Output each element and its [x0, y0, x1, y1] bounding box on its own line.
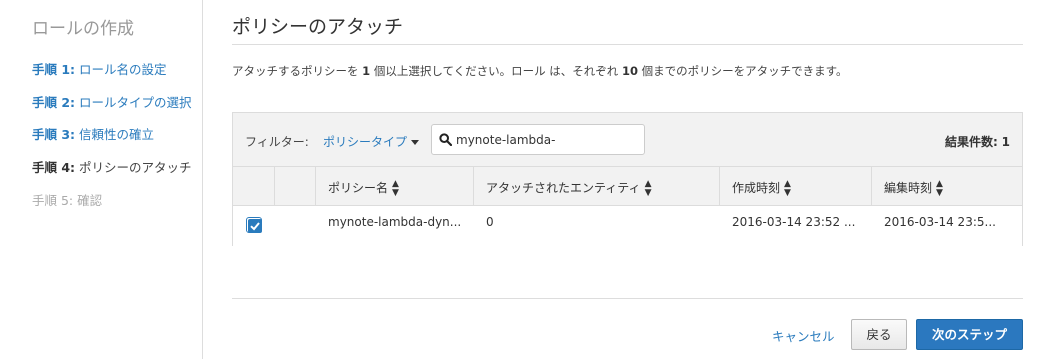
column-header-edited[interactable]: 編集時刻 ▲ ▼ [872, 167, 1022, 206]
sidebar-step-5: 手順 5: 確認 [32, 190, 102, 209]
sort-icon: ▲ ▼ [936, 178, 943, 198]
step-number: 手順 2: [32, 95, 76, 110]
search-input[interactable] [456, 130, 641, 150]
result-count: 結果件数: 1 [945, 133, 1010, 150]
search-icon [439, 133, 452, 146]
description-text: 個までのポリシーをアタッチできます。 [637, 64, 848, 78]
page-description: アタッチするポリシーを 1 個以上選択してください。ロール は、それぞれ 10 … [232, 63, 847, 79]
footer-divider [232, 298, 1023, 299]
sidebar-step-4: 手順 4: ポリシーのアタッチ [32, 157, 192, 176]
result-count-value: 1 [1001, 135, 1010, 149]
step-label: ロールタイプの選択 [79, 95, 192, 110]
select-column-header [233, 167, 275, 206]
description-text: 個以上選択してください。ロール は、それぞれ [370, 64, 622, 78]
max-policy-count: 10 [621, 64, 638, 78]
column-label: 作成時刻 [732, 181, 781, 195]
sidebar-step-1[interactable]: 手順 1: ロール名の設定 [32, 59, 167, 78]
column-label: アタッチされたエンティティ [486, 181, 641, 195]
cell-created: 2016-03-14 23:52 ... [732, 215, 856, 229]
sort-icon: ▲ ▼ [392, 178, 399, 198]
back-button[interactable]: 戻る [851, 319, 907, 350]
sidebar-step-2[interactable]: 手順 2: ロールタイプの選択 [32, 92, 192, 111]
next-step-button[interactable]: 次のステップ [916, 319, 1023, 350]
column-header-attached-entities[interactable]: アタッチされたエンティティ ▲ ▼ [474, 167, 720, 206]
cancel-link[interactable]: キャンセル [772, 326, 835, 345]
column-header-policy-name[interactable]: ポリシー名 ▲ ▼ [316, 167, 474, 206]
sidebar-step-3[interactable]: 手順 3: 信頼性の確立 [32, 124, 154, 143]
step-number: 手順 4: [32, 160, 76, 175]
policy-type-dropdown[interactable]: ポリシータイプ [323, 133, 420, 150]
min-policy-count: 1 [362, 64, 371, 78]
filter-bar: フィルター: ポリシータイプ 結果件数: 1 [233, 113, 1022, 167]
sidebar-title: ロールの作成 [32, 19, 134, 39]
description-text: アタッチするポリシーを [232, 64, 363, 78]
step-number: 手順 5: [32, 193, 74, 208]
row-checkbox[interactable] [246, 217, 262, 233]
search-box[interactable] [431, 124, 645, 155]
step-label: 信頼性の確立 [79, 127, 155, 142]
dropdown-label: ポリシータイプ [323, 135, 408, 149]
cell-policy-name[interactable]: mynote-lambda-dyn... [328, 215, 470, 229]
wizard-sidebar: ロールの作成 手順 1: ロール名の設定 手順 2: ロールタイプの選択 手順 … [0, 0, 203, 359]
spacer-column-header [275, 167, 316, 206]
checkbox-checked-icon [248, 219, 262, 233]
step-number: 手順 1: [32, 62, 76, 77]
step-number: 手順 3: [32, 127, 76, 142]
step-label: ロール名の設定 [79, 62, 167, 77]
sort-icon: ▲ ▼ [784, 178, 791, 198]
column-label: 編集時刻 [884, 181, 933, 195]
title-divider [232, 44, 1023, 45]
column-header-created[interactable]: 作成時刻 ▲ ▼ [720, 167, 872, 206]
policy-table-panel: フィルター: ポリシータイプ 結果件数: 1 ポリシー名▲▼ アタッチされたエン… [232, 112, 1023, 246]
filter-label: フィルター: [245, 135, 309, 149]
result-count-label: 結果件数: [945, 135, 998, 149]
cell-attached-entities: 0 [486, 215, 494, 229]
cell-edited: 2016-03-14 23:5... [884, 215, 996, 229]
caret-down-icon [411, 140, 420, 145]
sort-icon: ▲ ▼ [644, 178, 652, 198]
step-label: ポリシーのアタッチ [79, 160, 192, 175]
page-title: ポリシーのアタッチ [232, 16, 404, 38]
step-label: 確認 [77, 193, 103, 208]
column-label: ポリシー名 [328, 181, 389, 195]
